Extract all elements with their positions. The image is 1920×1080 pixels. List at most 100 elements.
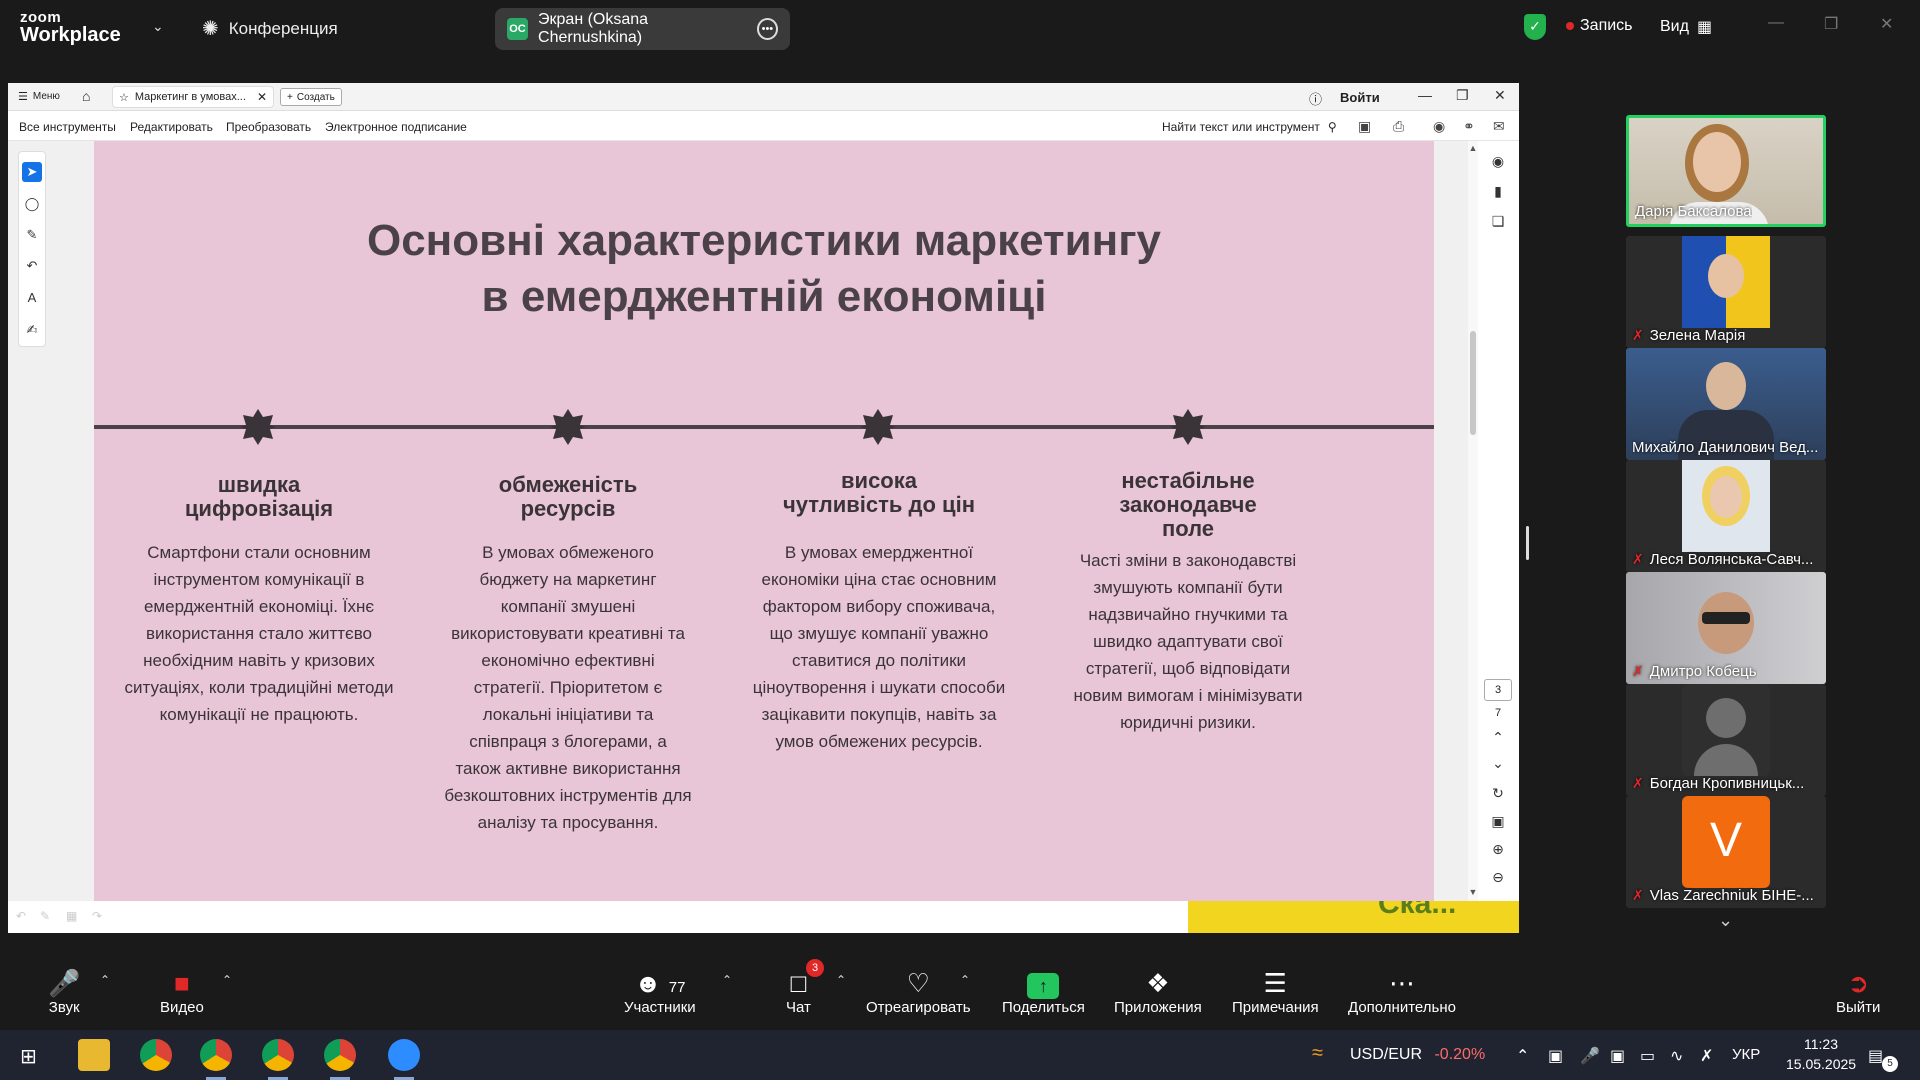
menu-button[interactable]: ☰ Меню — [18, 90, 60, 103]
close-icon[interactable]: ✕ — [1494, 87, 1506, 104]
video-button[interactable]: ■ Видео — [160, 967, 204, 1016]
participant-tile[interactable]: ✗ Богдан Кропивницьк... — [1626, 684, 1826, 796]
pen-icon[interactable]: ✎ — [40, 909, 50, 923]
star-icon[interactable]: ☆ — [119, 91, 129, 104]
zoom-in-icon[interactable]: ⊕ — [1488, 841, 1508, 858]
text-box-icon[interactable]: A — [22, 288, 42, 308]
fit-page-icon[interactable]: ▣ — [1488, 813, 1508, 830]
minimize-icon[interactable]: — — [1768, 14, 1784, 32]
notifications-icon[interactable]: ▤ — [1868, 1046, 1883, 1066]
participants-button[interactable]: ☻ 77 Участники — [624, 967, 696, 1016]
prev-arrow-icon[interactable]: ↶ — [16, 909, 26, 923]
participant-tile[interactable]: Дарія Баксалова — [1626, 115, 1826, 227]
participant-tile[interactable]: ✗ Зелена Марія — [1626, 236, 1826, 348]
participant-tile[interactable]: ✗ Дмитро Кобець — [1626, 572, 1826, 684]
print-icon[interactable]: ⎙ — [1393, 118, 1404, 135]
camera-icon[interactable]: ▣ — [1610, 1046, 1625, 1066]
document-tab[interactable]: ☆ Маркетинг в умовах... ✕ — [112, 86, 274, 108]
chat-button[interactable]: □ Чат — [786, 967, 811, 1016]
audio-button[interactable]: 🎤 Звук — [48, 967, 80, 1016]
grid-icon[interactable]: ▦ — [66, 909, 77, 923]
gallery-scroll-down-icon[interactable]: ⌄ — [1718, 910, 1733, 931]
zoom-logo[interactable]: zoom Workplace — [20, 10, 121, 45]
share-button[interactable]: ↑ Поделиться — [1002, 967, 1085, 1016]
screen-share-indicator[interactable]: OC Экран (Oksana Chernushkina) ••• — [495, 8, 790, 50]
close-tab-icon[interactable]: ✕ — [257, 90, 267, 104]
wifi-icon[interactable]: ∿ — [1670, 1046, 1683, 1066]
tool-all[interactable]: Все инструменты — [19, 120, 116, 134]
more-button[interactable]: ⋯ Дополнительно — [1348, 967, 1456, 1016]
scroll-down-icon[interactable]: ▼ — [1468, 887, 1478, 897]
link-icon[interactable]: ⚭ — [1463, 118, 1475, 135]
microphone-icon[interactable]: 🎤 — [1580, 1046, 1600, 1066]
refresh-icon[interactable]: ↻ — [1488, 785, 1508, 802]
chrome-profile-icon[interactable] — [200, 1039, 232, 1071]
select-cursor-icon[interactable]: ➤ — [22, 162, 42, 182]
meet-now-icon[interactable]: ▣ — [1548, 1046, 1563, 1066]
scroll-up-icon[interactable]: ▲ — [1468, 143, 1478, 153]
audio-options-icon[interactable]: ⌃ — [100, 973, 110, 987]
tool-esign[interactable]: Электронное подписание — [325, 120, 467, 134]
chat-options-icon[interactable]: ⌃ — [836, 973, 846, 987]
more-icon[interactable]: ••• — [756, 18, 778, 40]
help-icon[interactable]: ⓘ — [1309, 89, 1322, 108]
file-explorer-icon[interactable] — [78, 1039, 110, 1071]
bookmark-icon[interactable]: ▮ — [1488, 183, 1508, 200]
react-options-icon[interactable]: ⌃ — [960, 973, 970, 987]
clock[interactable]: 11:23 15.05.2025 — [1786, 1036, 1856, 1072]
chrome-profile-icon[interactable] — [262, 1039, 294, 1071]
apps-button[interactable]: ❖ Приложения — [1114, 967, 1202, 1016]
scroll-thumb[interactable] — [1470, 331, 1476, 435]
currency-widget[interactable]: USD/EUR -0.20% — [1350, 1046, 1485, 1064]
next-arrow-icon[interactable]: ↷ — [92, 909, 102, 923]
participant-tile[interactable]: ✗ Леся Волянська-Савч... — [1626, 460, 1826, 572]
ai-assistant-icon[interactable]: ◉ — [1433, 118, 1445, 135]
tool-edit[interactable]: Редактировать — [130, 120, 213, 134]
record-indicator[interactable]: Запись — [1566, 17, 1633, 35]
tool-convert[interactable]: Преобразовать — [226, 120, 311, 134]
video-options-icon[interactable]: ⌃ — [222, 973, 232, 987]
meeting-info-button[interactable]: ✺ Конференция — [202, 16, 338, 41]
draw-icon[interactable]: ↶ — [22, 256, 42, 276]
notes-button[interactable]: ☰ Примечания — [1232, 967, 1319, 1016]
react-button[interactable]: ♡ Отреагировать — [866, 967, 971, 1016]
view-button[interactable]: Вид ▦ — [1660, 17, 1712, 37]
highlight-pen-icon[interactable]: ✎ — [22, 225, 42, 245]
page-up-icon[interactable]: ⌃ — [1488, 729, 1508, 746]
current-page-input[interactable]: 3 — [1484, 679, 1512, 701]
sign-icon[interactable]: ✍ — [22, 320, 42, 340]
chrome-icon[interactable] — [140, 1039, 172, 1071]
page-down-icon[interactable]: ⌄ — [1488, 755, 1508, 772]
comment-panel-icon[interactable]: ◉ — [1488, 153, 1508, 170]
new-tab-button[interactable]: + Создать — [280, 88, 342, 106]
windows-start-icon[interactable]: ⊞ — [20, 1044, 37, 1069]
input-language[interactable]: УКР — [1732, 1046, 1760, 1063]
chevron-down-icon[interactable]: ⌄ — [152, 18, 164, 35]
chrome-profile-icon[interactable] — [324, 1039, 356, 1071]
mail-icon[interactable]: ✉ — [1493, 118, 1505, 135]
participant-tile[interactable]: V ✗ Vlas Zarechniuk БІНЕ-... — [1626, 796, 1826, 908]
zoom-out-icon[interactable]: ⊖ — [1488, 869, 1508, 886]
vertical-scrollbar[interactable]: ▲ ▼ — [1468, 141, 1478, 901]
pages-icon[interactable]: ❏ — [1488, 213, 1508, 230]
volume-muted-icon[interactable]: ✗ — [1700, 1046, 1713, 1066]
comment-icon[interactable]: ◯ — [22, 194, 42, 214]
restore-icon[interactable]: ❐ — [1456, 87, 1469, 104]
login-button[interactable]: Войти — [1340, 90, 1380, 105]
participant-tile[interactable]: Михайло Данилович Вед... — [1626, 348, 1826, 460]
panel-resize-handle[interactable] — [1526, 526, 1529, 560]
find-tool[interactable]: Найти текст или инструмент ⚲ — [1162, 120, 1337, 134]
zoom-app-icon[interactable] — [388, 1039, 420, 1071]
minimize-icon[interactable]: — — [1418, 87, 1432, 103]
save-icon[interactable]: ▣ — [1358, 118, 1371, 135]
security-shield-icon[interactable]: ✓ — [1524, 14, 1546, 40]
column-body: Смартфони стали основним інструментом ко… — [114, 539, 404, 728]
participants-count: 77 — [668, 979, 686, 996]
show-hidden-icons[interactable]: ⌃ — [1516, 1046, 1529, 1066]
home-icon[interactable]: ⌂ — [82, 88, 90, 104]
leave-button[interactable]: ➲ Выйти — [1836, 967, 1880, 1016]
battery-icon[interactable]: ▭ — [1640, 1046, 1655, 1066]
participants-options-icon[interactable]: ⌃ — [722, 973, 732, 987]
restore-icon[interactable]: ❐ — [1824, 14, 1838, 34]
close-icon[interactable]: ✕ — [1880, 14, 1893, 34]
